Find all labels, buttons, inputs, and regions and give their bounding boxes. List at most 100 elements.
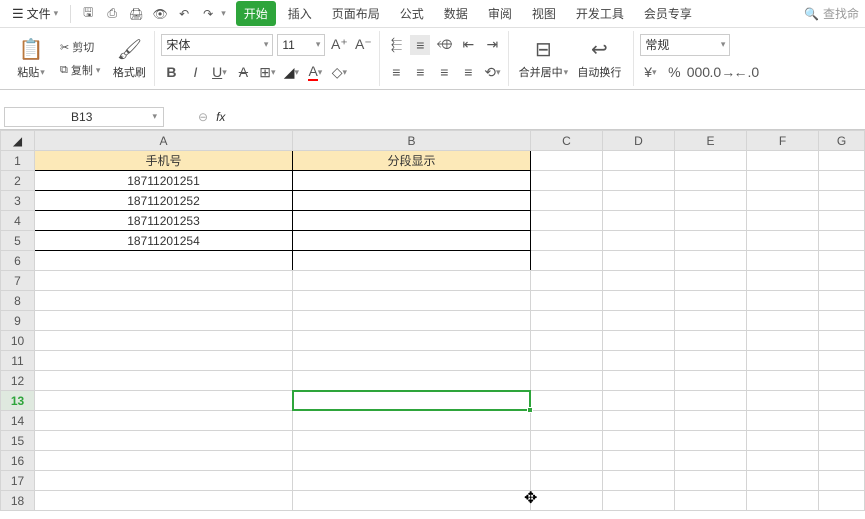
cell[interactable] [35,411,293,431]
number-format-select[interactable]: 常规▾ [640,34,730,56]
comma-icon[interactable]: 000 [688,62,708,82]
cell[interactable] [603,191,675,211]
cell-B1[interactable]: 分段显示 [293,151,531,171]
cell[interactable] [293,431,531,451]
cell[interactable] [819,391,865,411]
cell-B13[interactable] [293,391,531,411]
cell[interactable] [35,451,293,471]
row-header[interactable]: 1 [1,151,35,171]
row-header[interactable]: 11 [1,351,35,371]
cell[interactable] [531,171,603,191]
row-header[interactable]: 14 [1,411,35,431]
col-header-G[interactable]: G [819,131,865,151]
cell[interactable] [603,391,675,411]
decrease-font-icon[interactable]: A⁻ [353,35,373,55]
cell[interactable] [35,331,293,351]
border-icon[interactable]: ⊞▾ [257,62,277,82]
percent-icon[interactable]: % [664,62,684,82]
cell-B5[interactable] [293,231,531,251]
cell[interactable] [603,491,675,511]
search-box[interactable]: 🔍 查找命 [804,5,859,22]
cell[interactable] [531,231,603,251]
cell[interactable] [531,411,603,431]
cell[interactable] [819,211,865,231]
cell[interactable] [293,311,531,331]
cell[interactable] [293,411,531,431]
cell[interactable] [531,351,603,371]
tab-layout[interactable]: 页面布局 [324,1,388,26]
cell-A1[interactable]: 手机号 [35,151,293,171]
cell[interactable] [531,371,603,391]
cell[interactable] [747,251,819,271]
row-header[interactable]: 5 [1,231,35,251]
cell[interactable] [293,271,531,291]
cell[interactable] [603,451,675,471]
cell[interactable] [747,271,819,291]
cell[interactable] [747,311,819,331]
cell[interactable] [531,311,603,331]
cell[interactable] [293,451,531,471]
tab-data[interactable]: 数据 [436,1,476,26]
cell[interactable] [531,431,603,451]
cell[interactable] [747,391,819,411]
col-header-F[interactable]: F [747,131,819,151]
increase-font-icon[interactable]: A⁺ [329,35,349,55]
row-header[interactable]: 13 [1,391,35,411]
cell[interactable] [819,411,865,431]
cell[interactable] [603,471,675,491]
cell[interactable] [603,231,675,251]
cell[interactable] [747,411,819,431]
cell[interactable] [675,251,747,271]
font-size-select[interactable]: 11▾ [277,34,325,56]
fx-icon[interactable]: fx [216,110,225,124]
indent-increase-icon[interactable]: ⇥ [482,35,502,55]
currency-icon[interactable]: ¥▾ [640,62,660,82]
underline-icon[interactable]: U▾ [209,62,229,82]
cell[interactable] [819,231,865,251]
cell[interactable] [531,291,603,311]
align-center-icon[interactable]: ≡ [410,62,430,82]
cell-B4[interactable] [293,211,531,231]
cell[interactable] [531,471,603,491]
cell[interactable] [675,271,747,291]
cell[interactable] [675,491,747,511]
cell-A5[interactable]: 18711201254 [35,231,293,251]
save-icon[interactable]: 🖫 [77,3,99,25]
cell[interactable] [819,431,865,451]
cell[interactable] [293,331,531,351]
highlight-icon[interactable]: ◇▾ [329,62,349,82]
cell[interactable] [747,351,819,371]
cell[interactable] [35,391,293,411]
cell[interactable] [531,451,603,471]
row-header[interactable]: 16 [1,451,35,471]
col-header-A[interactable]: A [35,131,293,151]
cell[interactable] [819,331,865,351]
orientation-icon[interactable]: ⟲▾ [482,62,502,82]
cell[interactable] [603,331,675,351]
cell[interactable] [35,351,293,371]
cell[interactable] [675,331,747,351]
row-header[interactable]: 8 [1,291,35,311]
cell[interactable] [603,311,675,331]
cell[interactable] [675,431,747,451]
cell[interactable] [603,371,675,391]
cell[interactable] [35,371,293,391]
spreadsheet-grid[interactable]: ◢ A B C D E F G 1 手机号 分段显示 2 18711201251… [0,130,865,511]
fill-handle[interactable] [527,407,533,413]
cell[interactable] [819,151,865,171]
cell[interactable] [747,471,819,491]
cell[interactable] [675,211,747,231]
cell[interactable] [293,471,531,491]
cell[interactable] [747,431,819,451]
cell[interactable] [603,171,675,191]
undo-icon[interactable]: ↶ [173,3,195,25]
cell-A2[interactable]: 18711201251 [35,171,293,191]
print-icon[interactable]: 🖨 [125,3,147,25]
cell[interactable] [293,491,531,511]
cell[interactable] [531,331,603,351]
cell[interactable] [675,351,747,371]
cell[interactable] [747,291,819,311]
cell-B3[interactable] [293,191,531,211]
cell[interactable] [819,291,865,311]
cell[interactable] [293,371,531,391]
